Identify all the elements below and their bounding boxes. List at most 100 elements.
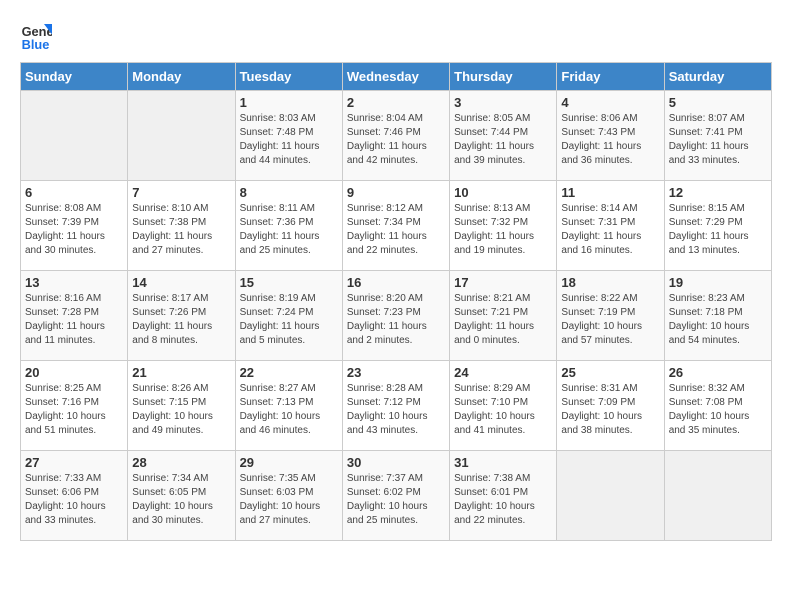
day-info: Sunrise: 8:32 AMSunset: 7:08 PMDaylight:…	[669, 382, 767, 438]
svg-text:Blue: Blue	[22, 37, 50, 52]
day-number: 27	[25, 455, 123, 470]
calendar-table: Sunday Monday Tuesday Wednesday Thursday…	[20, 62, 772, 541]
calendar-week-5: 27 Sunrise: 7:33 AMSunset: 6:06 PMDayligh…	[21, 451, 772, 541]
day-info: Sunrise: 8:27 AMSunset: 7:13 PMDaylight:…	[240, 382, 338, 438]
day-number: 22	[240, 365, 338, 380]
day-number: 28	[132, 455, 230, 470]
day-info: Sunrise: 8:03 AMSunset: 7:48 PMDaylight:…	[240, 112, 338, 168]
calendar-cell: 24Sunrise: 8:29 AMSunset: 7:10 PMDayligh…	[450, 361, 557, 451]
day-info: Sunrise: 7:35 AMSunset: 6:03 PMDaylight:…	[240, 472, 338, 528]
day-info: Sunrise: 8:23 AMSunset: 7:18 PMDaylight:…	[669, 292, 767, 348]
calendar-cell: 16 Sunrise: 8:20 AMSunset: 7:23 PMDayligh…	[342, 271, 449, 361]
day-number: 10	[454, 185, 552, 200]
day-number: 18	[561, 275, 659, 290]
calendar-cell: 17Sunrise: 8:21 AMSunset: 7:21 PMDayligh…	[450, 271, 557, 361]
day-info: Sunrise: 8:22 AMSunset: 7:19 PMDaylight:…	[561, 292, 659, 348]
day-number: 19	[669, 275, 767, 290]
day-info: Sunrise: 8:07 AMSunset: 7:41 PMDaylight:…	[669, 112, 767, 168]
calendar-cell: 11 Sunrise: 8:14 AMSunset: 7:31 PMDayligh…	[557, 181, 664, 271]
calendar-cell: 23 Sunrise: 8:28 AMSunset: 7:12 PMDayligh…	[342, 361, 449, 451]
day-number: 29	[240, 455, 338, 470]
day-info: Sunrise: 8:25 AMSunset: 7:16 PMDaylight:…	[25, 382, 123, 438]
day-info: Sunrise: 8:31 AMSunset: 7:09 PMDaylight:…	[561, 382, 659, 438]
day-number: 24	[454, 365, 552, 380]
calendar-cell: 9 Sunrise: 8:12 AMSunset: 7:34 PMDaylight…	[342, 181, 449, 271]
calendar-cell: 29 Sunrise: 7:35 AMSunset: 6:03 PMDayligh…	[235, 451, 342, 541]
day-info: Sunrise: 8:10 AMSunset: 7:38 PMDaylight:…	[132, 202, 230, 258]
calendar-cell: 13Sunrise: 8:16 AMSunset: 7:28 PMDayligh…	[21, 271, 128, 361]
calendar-cell	[664, 451, 771, 541]
day-number: 30	[347, 455, 445, 470]
col-thursday: Thursday	[450, 63, 557, 91]
day-number: 21	[132, 365, 230, 380]
day-info: Sunrise: 8:14 AMSunset: 7:31 PMDaylight:…	[561, 202, 659, 258]
day-number: 1	[240, 95, 338, 110]
calendar-cell: 7 Sunrise: 8:10 AMSunset: 7:38 PMDaylight…	[128, 181, 235, 271]
day-info: Sunrise: 8:17 AMSunset: 7:26 PMDaylight:…	[132, 292, 230, 348]
calendar-cell: 2 Sunrise: 8:04 AMSunset: 7:46 PMDaylight…	[342, 91, 449, 181]
calendar-week-3: 13Sunrise: 8:16 AMSunset: 7:28 PMDayligh…	[21, 271, 772, 361]
day-info: Sunrise: 8:13 AMSunset: 7:32 PMDaylight:…	[454, 202, 552, 258]
calendar-cell: 27 Sunrise: 7:33 AMSunset: 6:06 PMDayligh…	[21, 451, 128, 541]
calendar-cell: 31Sunrise: 7:38 AMSunset: 6:01 PMDayligh…	[450, 451, 557, 541]
logo-icon: General Blue	[20, 20, 52, 52]
day-number: 14	[132, 275, 230, 290]
calendar-cell	[128, 91, 235, 181]
day-number: 6	[25, 185, 123, 200]
calendar-cell	[21, 91, 128, 181]
day-number: 12	[669, 185, 767, 200]
day-number: 26	[669, 365, 767, 380]
day-number: 16	[347, 275, 445, 290]
calendar-cell: 5Sunrise: 8:07 AMSunset: 7:41 PMDaylight…	[664, 91, 771, 181]
day-number: 15	[240, 275, 338, 290]
col-monday: Monday	[128, 63, 235, 91]
day-number: 9	[347, 185, 445, 200]
day-number: 17	[454, 275, 552, 290]
col-friday: Friday	[557, 63, 664, 91]
logo: General Blue	[20, 20, 52, 52]
day-info: Sunrise: 8:16 AMSunset: 7:28 PMDaylight:…	[25, 292, 123, 348]
day-info: Sunrise: 8:05 AMSunset: 7:44 PMDaylight:…	[454, 112, 552, 168]
day-number: 7	[132, 185, 230, 200]
day-info: Sunrise: 8:15 AMSunset: 7:29 PMDaylight:…	[669, 202, 767, 258]
day-number: 20	[25, 365, 123, 380]
header-row: Sunday Monday Tuesday Wednesday Thursday…	[21, 63, 772, 91]
day-info: Sunrise: 8:08 AMSunset: 7:39 PMDaylight:…	[25, 202, 123, 258]
calendar-cell: 14 Sunrise: 8:17 AMSunset: 7:26 PMDayligh…	[128, 271, 235, 361]
calendar-cell: 3 Sunrise: 8:05 AMSunset: 7:44 PMDaylight…	[450, 91, 557, 181]
day-info: Sunrise: 7:33 AMSunset: 6:06 PMDaylight:…	[25, 472, 123, 528]
day-info: Sunrise: 8:11 AMSunset: 7:36 PMDaylight:…	[240, 202, 338, 258]
calendar-week-2: 6 Sunrise: 8:08 AMSunset: 7:39 PMDaylight…	[21, 181, 772, 271]
col-tuesday: Tuesday	[235, 63, 342, 91]
day-number: 11	[561, 185, 659, 200]
day-info: Sunrise: 8:20 AMSunset: 7:23 PMDaylight:…	[347, 292, 445, 348]
calendar-cell: 26 Sunrise: 8:32 AMSunset: 7:08 PMDayligh…	[664, 361, 771, 451]
calendar-cell: 21Sunrise: 8:26 AMSunset: 7:15 PMDayligh…	[128, 361, 235, 451]
day-number: 3	[454, 95, 552, 110]
calendar-cell: 10 Sunrise: 8:13 AMSunset: 7:32 PMDayligh…	[450, 181, 557, 271]
calendar-cell: 8Sunrise: 8:11 AMSunset: 7:36 PMDaylight…	[235, 181, 342, 271]
day-info: Sunrise: 7:34 AMSunset: 6:05 PMDaylight:…	[132, 472, 230, 528]
day-info: Sunrise: 8:12 AMSunset: 7:34 PMDaylight:…	[347, 202, 445, 258]
day-number: 25	[561, 365, 659, 380]
day-number: 23	[347, 365, 445, 380]
calendar-week-1: 1 Sunrise: 8:03 AMSunset: 7:48 PMDaylight…	[21, 91, 772, 181]
day-info: Sunrise: 8:28 AMSunset: 7:12 PMDaylight:…	[347, 382, 445, 438]
col-wednesday: Wednesday	[342, 63, 449, 91]
calendar-cell: 30 Sunrise: 7:37 AMSunset: 6:02 PMDayligh…	[342, 451, 449, 541]
day-number: 4	[561, 95, 659, 110]
calendar-cell: 25 Sunrise: 8:31 AMSunset: 7:09 PMDayligh…	[557, 361, 664, 451]
calendar-cell: 19 Sunrise: 8:23 AMSunset: 7:18 PMDayligh…	[664, 271, 771, 361]
day-number: 2	[347, 95, 445, 110]
calendar-body: 1 Sunrise: 8:03 AMSunset: 7:48 PMDaylight…	[21, 91, 772, 541]
calendar-cell: 4Sunrise: 8:06 AMSunset: 7:43 PMDaylight…	[557, 91, 664, 181]
day-info: Sunrise: 8:04 AMSunset: 7:46 PMDaylight:…	[347, 112, 445, 168]
calendar-cell: 20 Sunrise: 8:25 AMSunset: 7:16 PMDayligh…	[21, 361, 128, 451]
calendar-week-4: 20 Sunrise: 8:25 AMSunset: 7:16 PMDayligh…	[21, 361, 772, 451]
day-number: 31	[454, 455, 552, 470]
col-saturday: Saturday	[664, 63, 771, 91]
col-sunday: Sunday	[21, 63, 128, 91]
calendar-cell: 22 Sunrise: 8:27 AMSunset: 7:13 PMDayligh…	[235, 361, 342, 451]
calendar-cell: 1 Sunrise: 8:03 AMSunset: 7:48 PMDaylight…	[235, 91, 342, 181]
day-info: Sunrise: 7:37 AMSunset: 6:02 PMDaylight:…	[347, 472, 445, 528]
